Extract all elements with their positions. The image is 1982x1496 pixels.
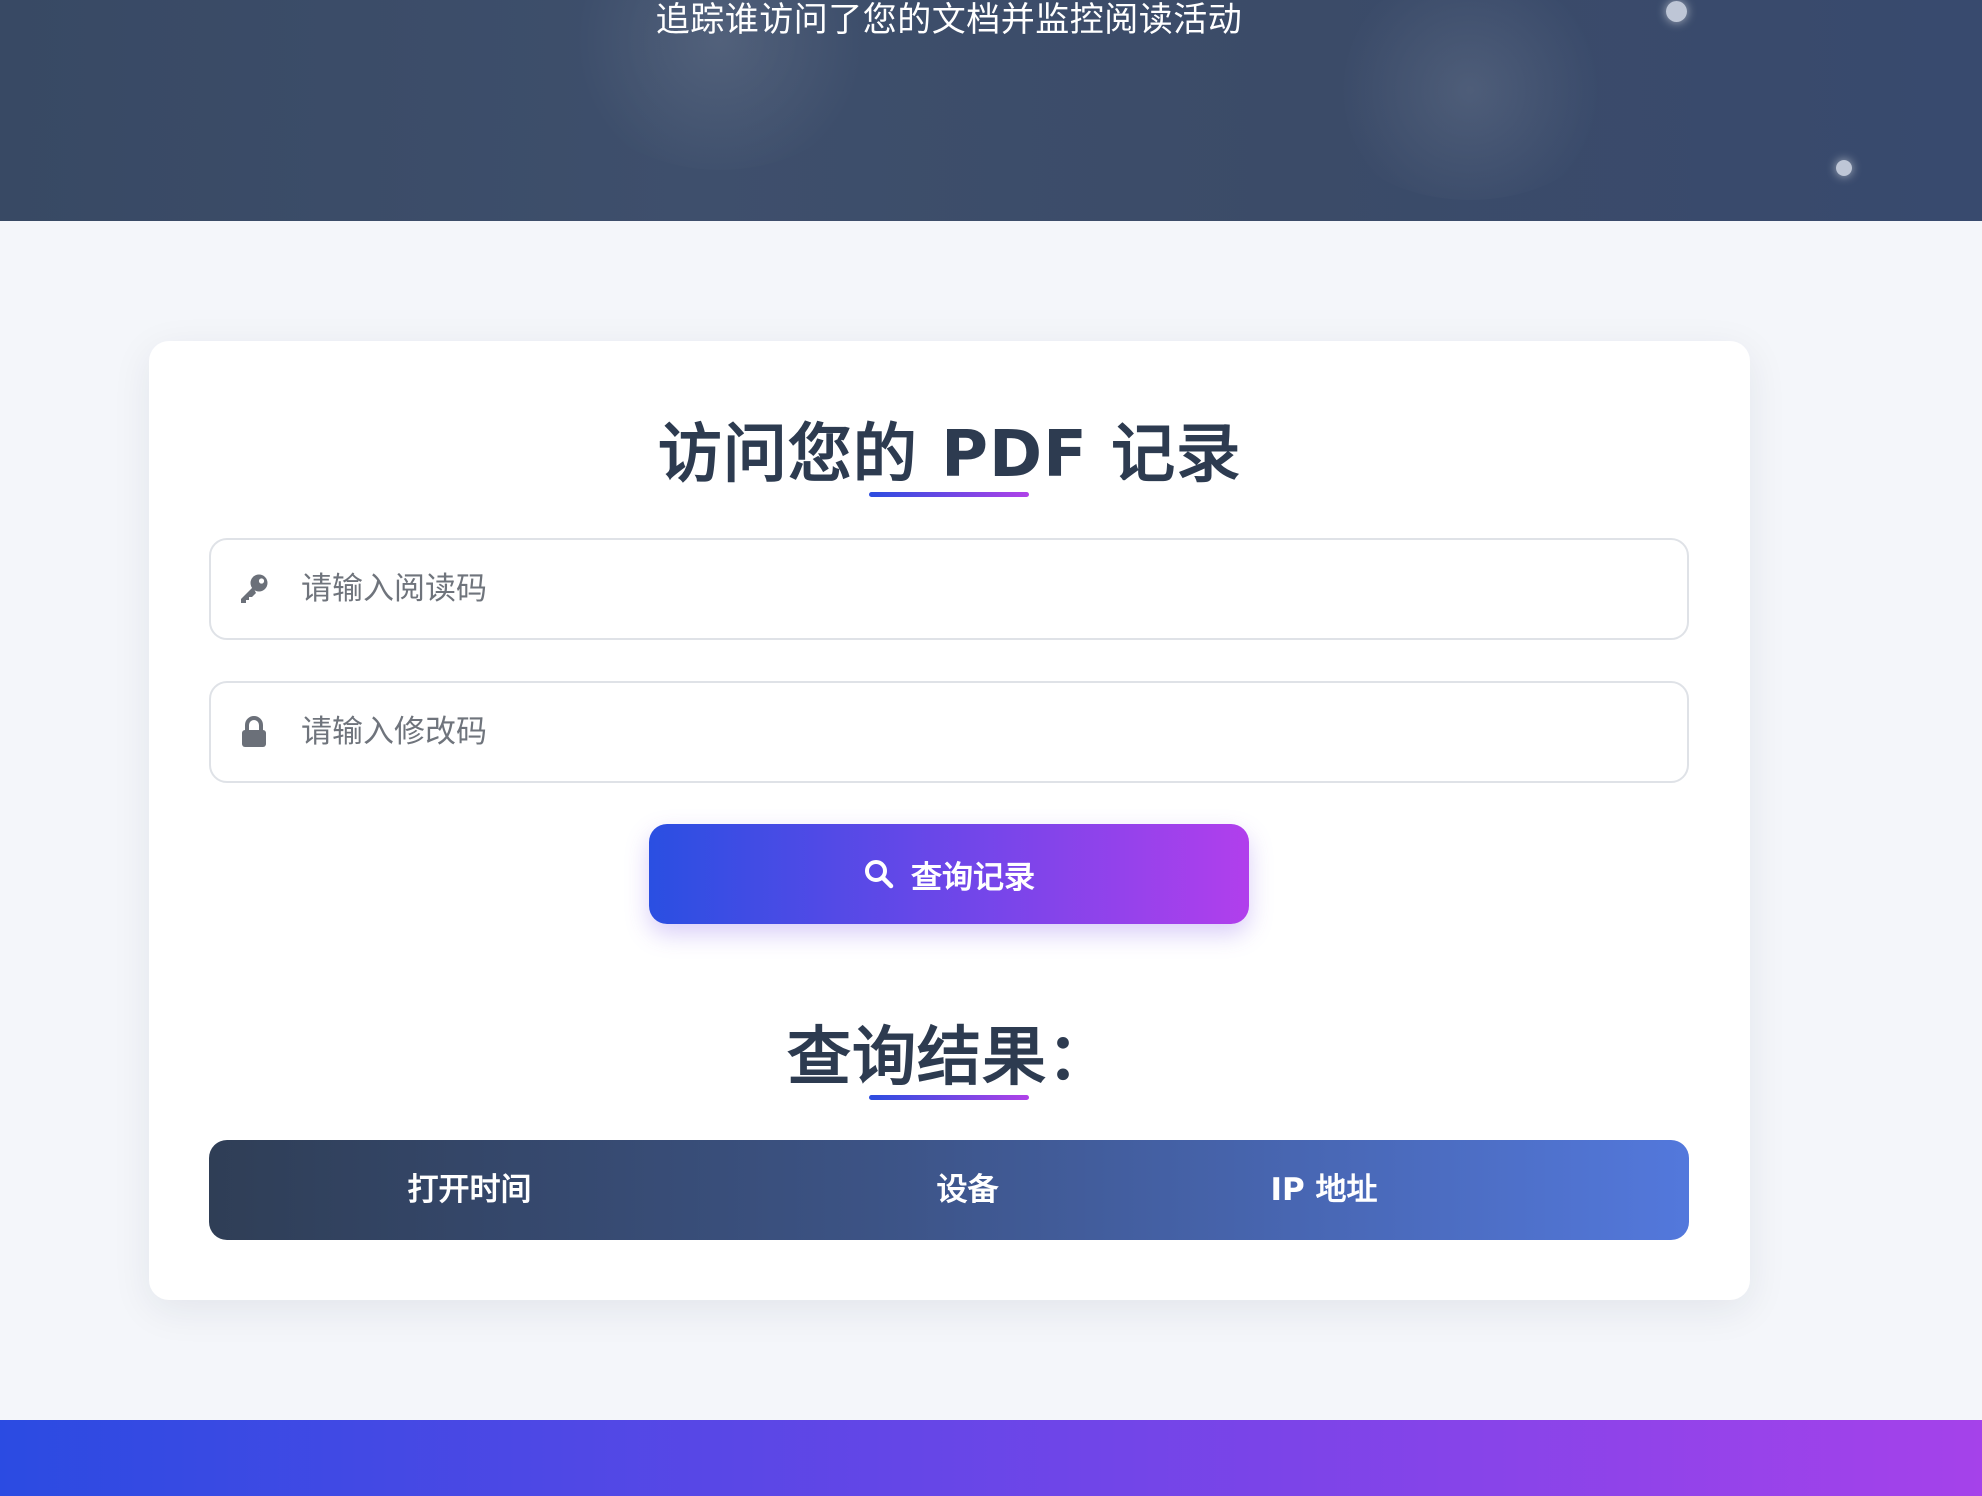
key-icon — [237, 572, 271, 606]
title-underline — [869, 492, 1029, 497]
search-icon — [863, 858, 895, 890]
results-table-header: 打开时间 设备 IP 地址 — [209, 1140, 1689, 1240]
read-code-input[interactable] — [301, 571, 1641, 607]
results-title: 查询结果： — [787, 1021, 1112, 1095]
query-records-label: 查询记录 — [911, 859, 1035, 896]
title-underline — [869, 1095, 1029, 1100]
edit-code-input[interactable] — [301, 714, 1641, 750]
access-form-title: 访问您的 PDF 记录 — [657, 418, 1242, 492]
hero-sparkle-dot — [1836, 160, 1852, 176]
column-header-open-time: 打开时间 — [407, 1172, 532, 1208]
footer-band — [0, 1420, 1982, 1496]
column-header-device: 设备 — [936, 1172, 999, 1208]
hero-banner: 追踪谁访问了您的文档并监控阅读活动 — [0, 0, 1982, 221]
edit-code-field[interactable] — [209, 681, 1689, 783]
access-records-card: 访问您的 PDF 记录 查询记录 查询结果： — [149, 341, 1750, 1300]
lock-icon — [237, 715, 271, 749]
column-header-ip-address: IP 地址 — [1270, 1172, 1378, 1208]
read-code-field[interactable] — [209, 538, 1689, 640]
query-records-button[interactable]: 查询记录 — [649, 824, 1249, 924]
hero-subtitle: 追踪谁访问了您的文档并监控阅读活动 — [655, 0, 1243, 40]
